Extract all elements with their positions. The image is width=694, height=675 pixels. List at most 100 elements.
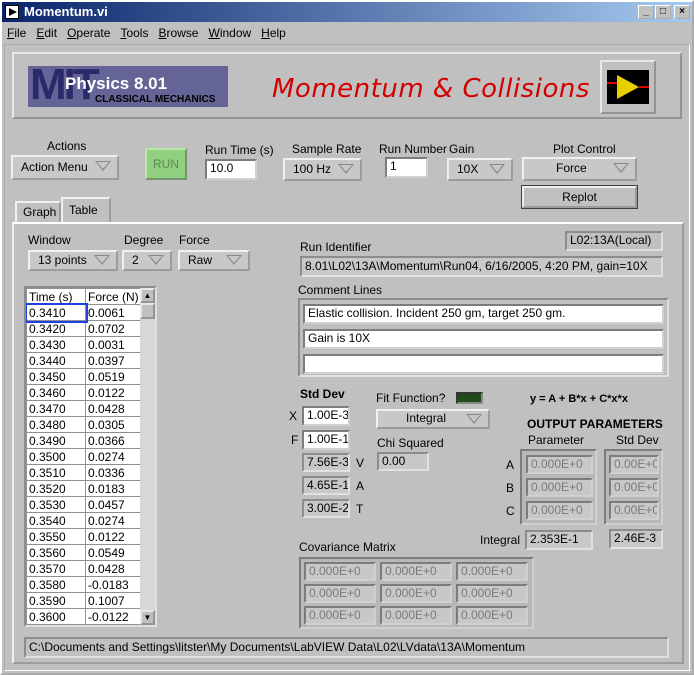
tab-table[interactable]: Table [61, 197, 111, 223]
gain-dropdown[interactable]: 10X [447, 158, 513, 181]
time-cell[interactable]: 0.3470 [26, 400, 86, 417]
time-cell[interactable]: 0.3510 [26, 464, 86, 481]
time-cell[interactable]: 0.3420 [26, 320, 86, 337]
scroll-up-icon[interactable]: ▲ [140, 288, 155, 303]
force-dropdown[interactable]: Raw [178, 250, 250, 271]
table-row[interactable]: 0.3420 0.0702 [26, 320, 145, 337]
minimize-button[interactable]: _ [638, 5, 654, 19]
fit-function-led[interactable] [456, 392, 483, 404]
covariance-matrix-label: Covariance Matrix [299, 540, 396, 554]
time-cell[interactable]: 0.3540 [26, 512, 86, 529]
comment-line-1[interactable]: Elastic collision. Incident 250 gm, targ… [303, 304, 664, 324]
time-cell[interactable]: 0.3410 [26, 302, 88, 323]
comment-line-2[interactable]: Gain is 10X [303, 329, 664, 349]
column-header-force[interactable]: Force (N) [85, 288, 145, 305]
force-cell[interactable]: 0.0428 [85, 560, 145, 577]
time-cell[interactable]: 0.3570 [26, 560, 86, 577]
force-cell[interactable]: 0.0305 [85, 416, 145, 433]
run-time-input[interactable]: 10.0 [205, 159, 257, 180]
close-button[interactable]: × [674, 5, 690, 19]
table-row[interactable]: 0.3510 0.0336 [26, 464, 145, 481]
force-cell[interactable]: 0.0122 [85, 528, 145, 545]
table-scrollbar[interactable]: ▲ ▼ [140, 288, 155, 625]
scroll-down-icon[interactable]: ▼ [140, 610, 155, 625]
table-row[interactable]: 0.3590 0.1007 [26, 592, 145, 609]
force-cell[interactable]: -0.0122 [85, 608, 145, 625]
actions-dropdown[interactable]: Action Menu [11, 155, 119, 180]
force-cell[interactable]: 0.0457 [85, 496, 145, 513]
time-cell[interactable]: 0.3590 [26, 592, 86, 609]
force-cell[interactable]: 0.0397 [85, 352, 145, 369]
table-row[interactable]: 0.3410 0.0061 [26, 302, 145, 323]
menu-edit[interactable]: Edit [31, 24, 62, 42]
table-row[interactable]: 0.3550 0.0122 [26, 528, 145, 545]
table-row[interactable]: 0.3450 0.0519 [26, 368, 145, 385]
comment-line-3[interactable] [303, 354, 664, 374]
time-cell[interactable]: 0.3500 [26, 448, 86, 465]
window-dropdown[interactable]: 13 points [28, 250, 118, 271]
time-cell[interactable]: 0.3490 [26, 432, 86, 449]
sample-rate-dropdown[interactable]: 100 Hz [283, 158, 362, 181]
data-table[interactable]: Time (s) Force (N) 0.3410 0.0061 0.3420 0.070… [24, 286, 157, 627]
tab-graph[interactable]: Graph [15, 201, 61, 222]
force-cell[interactable]: 0.0031 [85, 336, 145, 353]
plot-control-dropdown[interactable]: Force [522, 157, 637, 181]
table-row[interactable]: 0.3600 -0.0122 [26, 608, 145, 625]
std-dev-f-input[interactable]: 1.00E-1 [302, 430, 350, 450]
menu-window[interactable]: Window [203, 24, 256, 42]
menu-tools[interactable]: Tools [115, 24, 153, 42]
force-cell[interactable]: 0.0702 [85, 320, 145, 337]
force-cell[interactable]: 0.0122 [85, 384, 145, 401]
menu-help[interactable]: Help [256, 24, 291, 42]
maximize-button[interactable]: □ [655, 5, 671, 19]
time-cell[interactable]: 0.3530 [26, 496, 86, 513]
menu-file[interactable]: File [2, 24, 31, 42]
time-cell[interactable]: 0.3480 [26, 416, 86, 433]
table-row[interactable]: 0.3580 -0.0183 [26, 576, 145, 593]
param-a-label: A [506, 458, 515, 472]
table-row[interactable]: 0.3470 0.0428 [26, 400, 145, 417]
table-row[interactable]: 0.3430 0.0031 [26, 336, 145, 353]
fit-function-dropdown[interactable]: Integral [376, 409, 490, 429]
force-cell[interactable]: 0.0274 [85, 448, 145, 465]
force-cell[interactable]: -0.0183 [85, 576, 145, 593]
force-cell[interactable]: 0.0336 [85, 464, 145, 481]
time-cell[interactable]: 0.3450 [26, 368, 86, 385]
time-cell[interactable]: 0.3560 [26, 544, 86, 561]
force-cell[interactable]: 0.0183 [85, 480, 145, 497]
time-cell[interactable]: 0.3550 [26, 528, 86, 545]
force-cell[interactable]: 0.0549 [85, 544, 145, 561]
table-row[interactable]: 0.3460 0.0122 [26, 384, 145, 401]
force-cell[interactable]: 0.0519 [85, 368, 145, 385]
time-cell[interactable]: 0.3430 [26, 336, 86, 353]
table-row[interactable]: 0.3570 0.0428 [26, 560, 145, 577]
table-row[interactable]: 0.3540 0.0274 [26, 512, 145, 529]
table-row[interactable]: 0.3500 0.0274 [26, 448, 145, 465]
table-row[interactable]: 0.3520 0.0183 [26, 480, 145, 497]
force-cell[interactable]: 0.0366 [85, 432, 145, 449]
force-cell[interactable]: 0.0274 [85, 512, 145, 529]
time-cell[interactable]: 0.3460 [26, 384, 86, 401]
table-row[interactable]: 0.3560 0.0549 [26, 544, 145, 561]
std-dev-x-input[interactable]: 1.00E-3 [302, 406, 350, 426]
time-cell[interactable]: 0.3520 [26, 480, 86, 497]
column-header-time[interactable]: Time (s) [26, 288, 86, 305]
table-row[interactable]: 0.3530 0.0457 [26, 496, 145, 513]
replot-button[interactable]: Replot [521, 185, 638, 209]
menu-browse[interactable]: Browse [153, 24, 203, 42]
force-cell[interactable]: 0.0061 [85, 304, 145, 321]
run-button[interactable]: RUN [145, 148, 187, 180]
force-cell[interactable]: 0.1007 [85, 592, 145, 609]
time-cell[interactable]: 0.3440 [26, 352, 86, 369]
scroll-thumb[interactable] [140, 303, 155, 319]
table-row[interactable]: 0.3480 0.0305 [26, 416, 145, 433]
menu-operate[interactable]: Operate [62, 24, 115, 42]
table-row[interactable]: 0.3490 0.0366 [26, 432, 145, 449]
time-cell[interactable]: 0.3600 [26, 608, 86, 625]
table-row[interactable]: 0.3440 0.0397 [26, 352, 145, 369]
file-path-display: C:\Documents and Settings\litster\My Doc… [24, 637, 669, 658]
run-number-input[interactable]: 1 [385, 157, 428, 178]
time-cell[interactable]: 0.3580 [26, 576, 86, 593]
force-cell[interactable]: 0.0428 [85, 400, 145, 417]
degree-dropdown[interactable]: 2 [122, 250, 172, 271]
